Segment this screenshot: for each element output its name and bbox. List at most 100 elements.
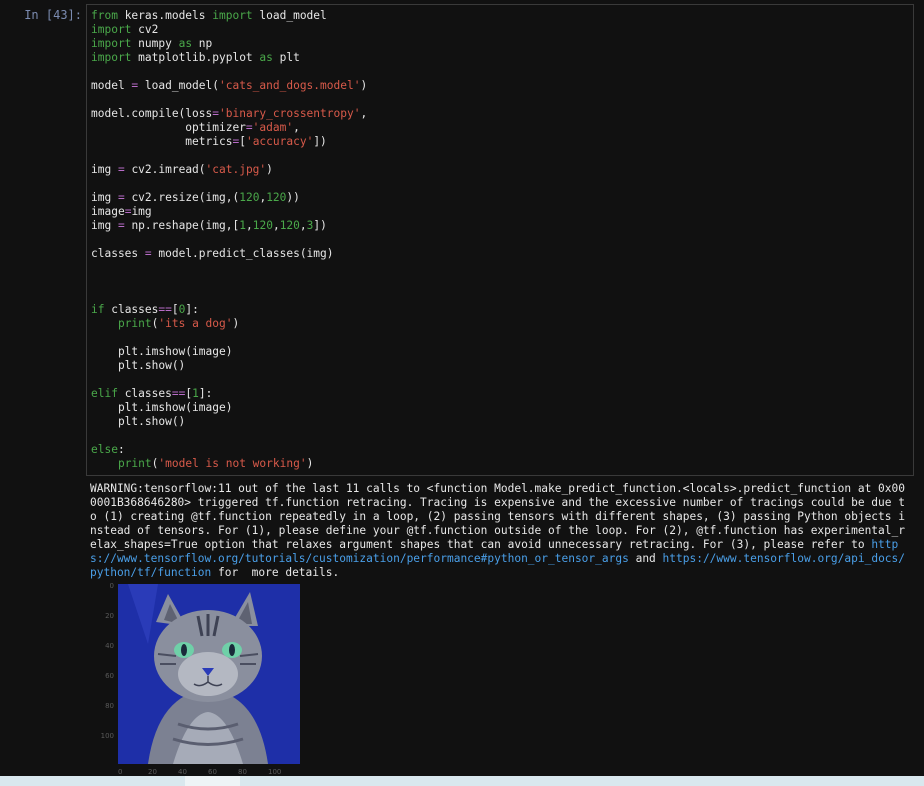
code-token: ]) bbox=[313, 219, 327, 232]
code-line: plt.imshow(image) bbox=[91, 345, 913, 359]
code-token: image bbox=[91, 205, 125, 218]
code-token: 1 bbox=[239, 219, 246, 232]
code-token: , bbox=[360, 107, 368, 120]
x-tick-label: 60 bbox=[208, 768, 217, 776]
details-text: for more details. bbox=[211, 566, 340, 579]
code-token: plt.imshow(image) bbox=[91, 345, 233, 358]
code-token: elif bbox=[91, 387, 118, 400]
code-token: = bbox=[117, 219, 125, 232]
code-line: if classes==[0]: bbox=[91, 303, 913, 317]
code-token: == bbox=[158, 303, 172, 316]
y-tick-label: 60 bbox=[105, 672, 114, 680]
y-tick-label: 100 bbox=[100, 732, 114, 740]
code-token: img bbox=[91, 219, 118, 232]
code-token: img bbox=[91, 163, 118, 176]
code-token: plt.imshow(image) bbox=[91, 401, 233, 414]
warning-text: WARNING:tensorflow:11 out of the last 11… bbox=[90, 482, 905, 551]
code-line: print('model is not working') bbox=[91, 457, 913, 471]
code-token: = bbox=[245, 121, 253, 134]
code-token: 'binary_crossentropy' bbox=[219, 107, 361, 120]
code-line: from keras.models import load_model bbox=[91, 9, 913, 23]
code-token: : bbox=[117, 443, 125, 456]
code-token: cv2 bbox=[131, 23, 159, 36]
code-token: , bbox=[299, 219, 307, 232]
code-token: load_model( bbox=[138, 79, 219, 92]
code-line: plt.show() bbox=[91, 415, 913, 429]
code-line: img = cv2.resize(img,(120,120)) bbox=[91, 191, 913, 205]
x-tick-label: 0 bbox=[118, 768, 123, 776]
code-token: 'cats_and_dogs.model' bbox=[219, 79, 361, 92]
y-tick-label: 80 bbox=[105, 702, 114, 710]
code-line: image=img bbox=[91, 205, 913, 219]
and-text: and bbox=[628, 552, 663, 565]
code-token: else bbox=[91, 443, 118, 456]
code-token: if bbox=[91, 303, 105, 316]
code-line: model = load_model('cats_and_dogs.model'… bbox=[91, 79, 913, 93]
x-tick-label: 20 bbox=[148, 768, 157, 776]
code-token: matplotlib.pyplot bbox=[131, 51, 260, 64]
x-tick-label: 100 bbox=[268, 768, 282, 776]
code-token: = bbox=[212, 107, 219, 120]
code-line: else: bbox=[91, 443, 913, 457]
code-token: 'accuracy' bbox=[245, 135, 314, 148]
code-cell-editor[interactable]: from keras.models import load_model impor… bbox=[86, 4, 914, 476]
code-token: ) bbox=[266, 163, 273, 176]
code-token: from bbox=[91, 9, 118, 22]
code-line: metrics=['accuracy']) bbox=[91, 135, 913, 149]
cell-output-warning: WARNING:tensorflow:11 out of the last 11… bbox=[90, 482, 910, 580]
code-token: cv2.imread( bbox=[124, 163, 206, 176]
y-tick-label: 0 bbox=[109, 582, 114, 590]
code-token: ) bbox=[306, 457, 314, 470]
code-token: np bbox=[192, 37, 213, 50]
code-token: as bbox=[178, 37, 193, 50]
code-token: plt.show() bbox=[91, 415, 186, 428]
code-token: model.predict_classes(img) bbox=[151, 247, 334, 260]
code-token: ) bbox=[232, 317, 240, 330]
code-token: optimizer bbox=[91, 121, 246, 134]
code-token: classes bbox=[91, 247, 145, 260]
code-token: import bbox=[91, 37, 132, 50]
code-token: )) bbox=[286, 191, 300, 204]
code-token: img bbox=[91, 191, 118, 204]
code-token: 1 bbox=[192, 387, 199, 400]
scrollbar-thumb[interactable] bbox=[185, 776, 240, 786]
code-token: print bbox=[117, 317, 152, 330]
x-tick-label: 40 bbox=[178, 768, 187, 776]
horizontal-scrollbar[interactable] bbox=[0, 776, 924, 786]
code-line: img = cv2.imread('cat.jpg') bbox=[91, 163, 913, 177]
cat-image bbox=[118, 584, 300, 764]
code-token: [ bbox=[171, 303, 179, 316]
code-line: model.compile(loss='binary_crossentropy'… bbox=[91, 107, 913, 121]
matplotlib-figure: 0 20 40 60 80 100 0 20 40 60 80 100 bbox=[90, 580, 305, 780]
code-token: metrics bbox=[91, 135, 233, 148]
code-token: 120 bbox=[266, 191, 287, 204]
code-token: = bbox=[117, 163, 125, 176]
code-token: 'model is not working' bbox=[158, 457, 307, 470]
code-token: as bbox=[259, 51, 273, 64]
code-token: plt.show() bbox=[91, 359, 186, 372]
code-token: ) bbox=[360, 79, 368, 92]
code-token: cv2.resize(img,( bbox=[124, 191, 240, 204]
code-token: classes bbox=[117, 387, 172, 400]
code-token: model bbox=[91, 79, 132, 92]
y-tick-label: 40 bbox=[105, 642, 114, 650]
code-token: , bbox=[272, 219, 280, 232]
code-token: print bbox=[117, 457, 152, 470]
code-token: 120 bbox=[279, 219, 300, 232]
code-line: import cv2 bbox=[91, 23, 913, 37]
code-text[interactable]: from keras.models import load_model impor… bbox=[91, 9, 913, 471]
code-line: img = np.reshape(img,[1,120,120,3]) bbox=[91, 219, 913, 233]
code-token: numpy bbox=[131, 37, 179, 50]
